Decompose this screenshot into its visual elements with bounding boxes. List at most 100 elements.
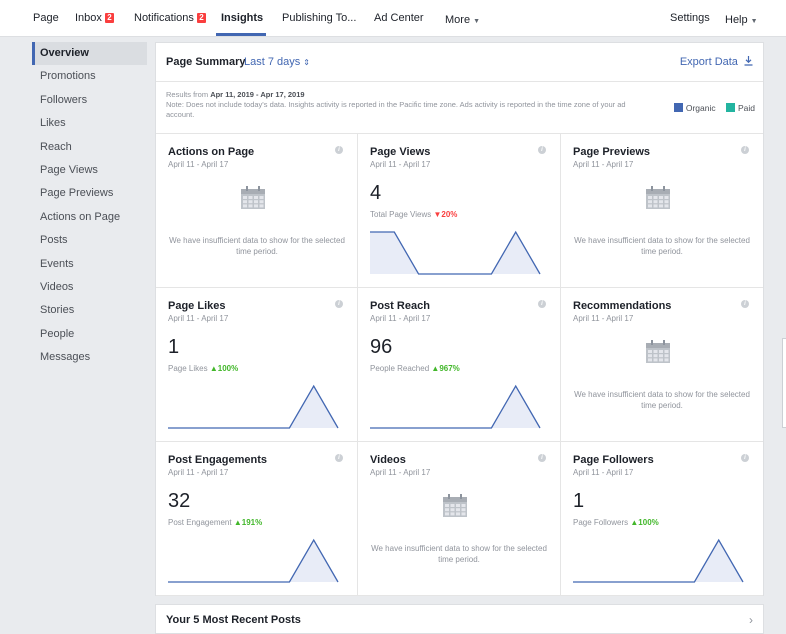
- card-date-range: April 11 - April 17: [370, 160, 431, 169]
- nav-ad-center[interactable]: Ad Center: [374, 12, 424, 24]
- card-date-range: April 11 - April 17: [370, 314, 431, 323]
- sidebar-item-people[interactable]: People: [32, 323, 147, 346]
- card-date-range: April 11 - April 17: [573, 468, 634, 477]
- card-videos[interactable]: Videos April 11 - April 17 i We have insuff…: [358, 442, 561, 596]
- sidebar-item-page-views[interactable]: Page Views: [32, 159, 147, 182]
- info-icon[interactable]: i: [538, 454, 546, 462]
- sidebar-item-posts[interactable]: Posts: [32, 229, 147, 252]
- sparkline-chart: [168, 538, 339, 583]
- insufficient-data-message: We have insufficient data to show for th…: [574, 390, 750, 410]
- recent-posts-title: Your 5 Most Recent Posts: [166, 614, 301, 626]
- calendar-icon: [241, 186, 265, 209]
- change-percent: 20%: [441, 210, 458, 219]
- sparkline-area: [370, 386, 540, 428]
- trend-up-icon: ▲: [209, 364, 218, 373]
- card-title: Page Likes: [168, 300, 226, 312]
- legend-paid: Paid: [737, 103, 755, 113]
- change-percent: 100%: [217, 364, 239, 373]
- card-date-range: April 11 - April 17: [573, 314, 634, 323]
- timezone-note: Note: Does not include today's data. Ins…: [166, 100, 626, 119]
- info-icon[interactable]: i: [741, 454, 749, 462]
- metric-value: 96: [370, 336, 393, 358]
- nav-insights[interactable]: Insights: [221, 12, 263, 24]
- side-scroll-tab[interactable]: [782, 338, 786, 428]
- sparkline-chart: [370, 384, 541, 429]
- metric-change: Total Page Views ▼20%: [370, 210, 457, 219]
- nav-notifications-label: Notifications: [134, 12, 194, 24]
- paid-swatch: [725, 103, 735, 112]
- info-icon[interactable]: i: [538, 300, 546, 308]
- metric-change: Page Likes ▲100%: [168, 364, 238, 373]
- sidebar-item-promotions[interactable]: Promotions: [32, 65, 147, 88]
- nav-settings[interactable]: Settings: [670, 12, 710, 24]
- metric-label: Total Page Views: [370, 210, 432, 219]
- sidebar-item-actions-on-page[interactable]: Actions on Page: [32, 206, 147, 229]
- sparkline-area: [168, 540, 338, 582]
- organic-swatch: [673, 103, 683, 112]
- date-range-select[interactable]: Last 7 days ⇕: [244, 56, 310, 68]
- sidebar-item-overview[interactable]: Overview: [32, 42, 147, 66]
- card-title: Page Previews: [573, 146, 651, 158]
- page-summary-header: Page Summary Last 7 days ⇕ Export Data: [156, 43, 763, 82]
- sparkline-chart: [573, 538, 744, 583]
- nav-notifications[interactable]: Notifications 2: [134, 12, 206, 24]
- metric-label: People Reached: [370, 364, 430, 373]
- nav-help[interactable]: Help ▼: [725, 14, 758, 26]
- card-page-previews[interactable]: Page Previews April 11 - April 17 i We have…: [561, 134, 763, 288]
- change-percent: 191%: [241, 518, 263, 527]
- card-post-reach[interactable]: Post Reach April 11 - April 17 i 96 People R…: [358, 288, 561, 442]
- info-icon[interactable]: i: [335, 146, 343, 154]
- info-icon[interactable]: i: [335, 300, 343, 308]
- sparkline-chart: [168, 384, 339, 429]
- card-post-engagements[interactable]: Post Engagements April 11 - April 17 i 32 Po…: [156, 442, 358, 596]
- info-icon[interactable]: i: [335, 454, 343, 462]
- info-icon[interactable]: i: [538, 146, 546, 154]
- card-date-range: April 11 - April 17: [168, 468, 229, 477]
- date-range-label: Last 7 days: [244, 56, 301, 68]
- sidebar-item-likes[interactable]: Likes: [32, 112, 147, 135]
- card-recommendations[interactable]: Recommendations April 11 - April 17 i We ha…: [561, 288, 763, 442]
- card-title: Post Engagements: [168, 454, 268, 466]
- metric-value: 1: [573, 490, 585, 512]
- card-page-followers[interactable]: Page Followers April 11 - April 17 i 1 Page …: [561, 442, 763, 596]
- card-title: Page Followers: [573, 454, 654, 466]
- metric-label: Page Likes: [168, 364, 208, 373]
- nav-page[interactable]: Page: [33, 12, 59, 24]
- info-icon[interactable]: i: [741, 300, 749, 308]
- change-percent: 100%: [638, 518, 659, 527]
- nav-publishing-tools[interactable]: Publishing To...: [282, 12, 356, 24]
- sidebar-item-stories[interactable]: Stories: [32, 299, 147, 322]
- card-title: Recommendations: [573, 300, 672, 312]
- top-navigation: Page Inbox 2 Notifications 2 Insights Publ…: [0, 0, 786, 37]
- info-icon[interactable]: i: [741, 146, 749, 154]
- sparkline-area: [168, 386, 338, 428]
- recent-posts-section[interactable]: Your 5 Most Recent Posts ›: [155, 604, 764, 634]
- metric-label: Page Followers: [573, 518, 629, 527]
- nav-more[interactable]: More ▼: [445, 14, 480, 26]
- chevron-right-icon: ›: [749, 613, 753, 627]
- export-data-label: Export Data: [679, 56, 738, 68]
- export-data-button[interactable]: Export Data: [680, 56, 753, 68]
- card-title: Post Reach: [370, 300, 430, 312]
- sidebar-item-followers[interactable]: Followers: [32, 89, 147, 112]
- chart-legend: Organic Paid: [673, 103, 755, 113]
- card-page-likes[interactable]: Page Likes April 11 - April 17 i 1 Page Like…: [156, 288, 358, 442]
- nav-more-label: More: [445, 14, 471, 26]
- sidebar-item-messages[interactable]: Messages: [32, 346, 147, 369]
- download-icon: [744, 56, 753, 66]
- nav-help-label: Help: [725, 14, 748, 26]
- sidebar-item-page-previews[interactable]: Page Previews: [32, 182, 147, 205]
- sparkline-area: [573, 540, 743, 582]
- sort-caret-icon: ⇕: [303, 58, 310, 67]
- inbox-badge: 2: [104, 13, 114, 23]
- card-date-range: April 11 - April 17: [168, 314, 229, 323]
- card-actions-on-page[interactable]: Actions on Page April 11 - April 17 i We ha…: [156, 134, 358, 288]
- sidebar-item-videos[interactable]: Videos: [32, 276, 147, 299]
- caret-down-icon: ▼: [473, 18, 480, 25]
- nav-inbox[interactable]: Inbox 2: [75, 12, 114, 24]
- card-date-range: April 11 - April 17: [370, 468, 431, 477]
- sidebar-item-events[interactable]: Events: [32, 253, 147, 276]
- results-note: Results from Apr 11, 2019 - Apr 17, 2019…: [166, 90, 636, 120]
- card-page-views[interactable]: Page Views April 11 - April 17 i 4 Total Pag…: [358, 134, 561, 288]
- sidebar-item-reach[interactable]: Reach: [32, 136, 147, 159]
